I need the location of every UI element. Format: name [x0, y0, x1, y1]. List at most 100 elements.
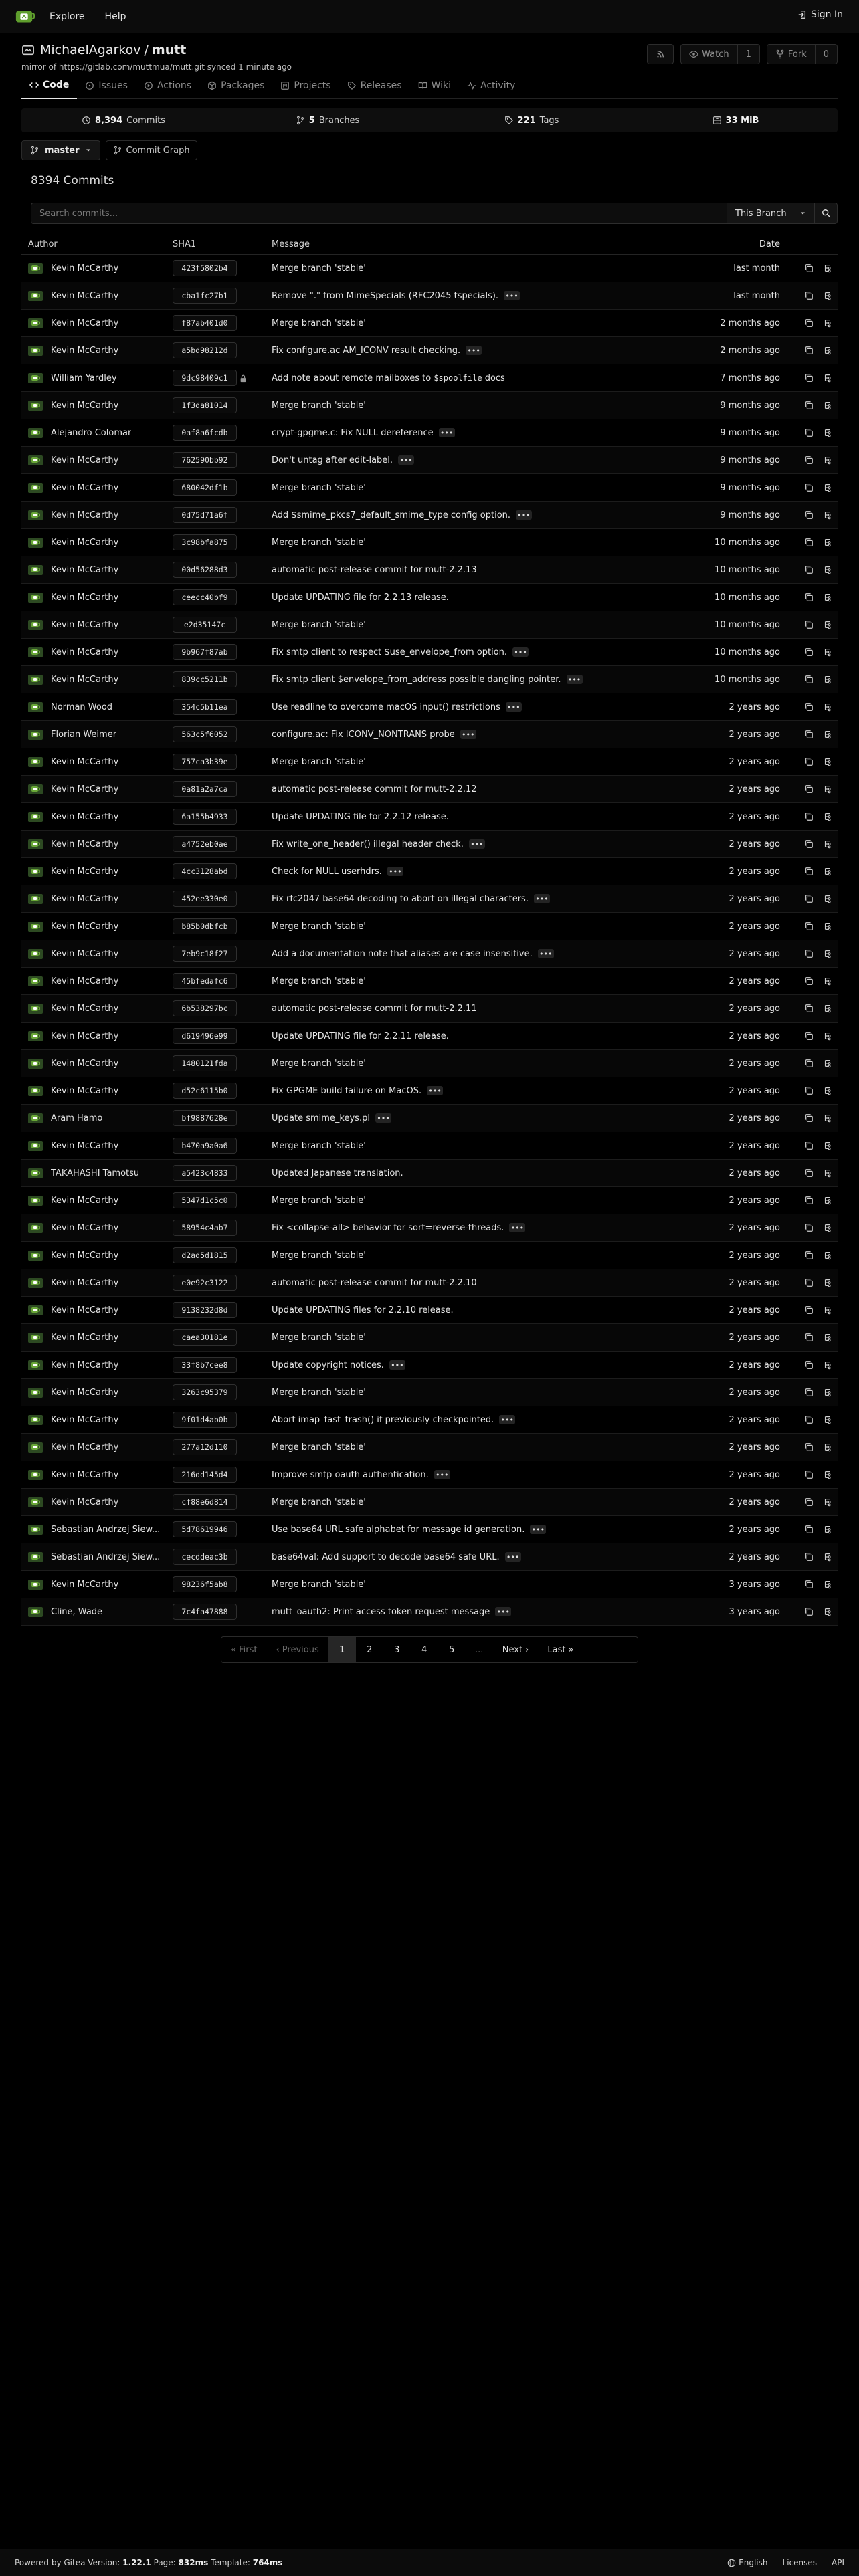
copy-sha-icon[interactable]: [804, 1607, 814, 1616]
expand-message-button[interactable]: •••: [375, 1113, 391, 1123]
commit-message-link[interactable]: Update UPDATING file for 2.2.13 release.: [272, 593, 449, 603]
copy-sha-icon[interactable]: [804, 401, 814, 410]
author-name-link[interactable]: Kevin McCarthy: [51, 620, 118, 630]
copy-sha-icon[interactable]: [804, 291, 814, 300]
commit-sha-link[interactable]: 354c5b11ea: [173, 699, 237, 715]
avatar[interactable]: [28, 811, 43, 822]
avatar[interactable]: [28, 839, 43, 849]
author-name-link[interactable]: Kevin McCarthy: [51, 1031, 118, 1041]
commit-message-link[interactable]: Fix write_one_header() illegal header ch…: [272, 839, 464, 849]
commit-message-link[interactable]: Update smime_keys.pl: [272, 1113, 370, 1123]
avatar[interactable]: [28, 647, 43, 657]
expand-message-button[interactable]: •••: [389, 1360, 405, 1370]
commit-message-link[interactable]: automatic post-release commit for mutt-2…: [272, 565, 477, 575]
browse-files-icon[interactable]: [823, 1333, 832, 1342]
commit-sha-link[interactable]: 9f01d4ab0b: [173, 1412, 237, 1428]
browse-files-icon[interactable]: [823, 976, 832, 986]
browse-files-icon[interactable]: [823, 1141, 832, 1150]
api-link[interactable]: API: [832, 2558, 844, 2567]
commit-message-link[interactable]: Use base64 URL safe alphabet for message…: [272, 1525, 524, 1535]
browse-files-icon[interactable]: [823, 1415, 832, 1424]
tab-projects[interactable]: Projects: [272, 73, 339, 99]
copy-sha-icon[interactable]: [804, 784, 814, 794]
avatar[interactable]: [28, 976, 43, 986]
author-name-link[interactable]: Kevin McCarthy: [51, 1415, 118, 1425]
commit-sha-link[interactable]: 5347d1c5c0: [173, 1192, 237, 1208]
nav-explore[interactable]: Explore: [50, 11, 85, 22]
author-name-link[interactable]: Kevin McCarthy: [51, 1333, 118, 1343]
commit-sha-link[interactable]: caea30181e: [173, 1329, 237, 1346]
copy-sha-icon[interactable]: [804, 1086, 814, 1095]
author-name-link[interactable]: Kevin McCarthy: [51, 812, 118, 822]
avatar[interactable]: [28, 537, 43, 548]
commit-message-link[interactable]: Fix <collapse-all> behavior for sort=rev…: [272, 1223, 504, 1233]
commit-sha-link[interactable]: 563c5f6052: [173, 726, 237, 742]
commit-sha-link[interactable]: 00d56288d3: [173, 562, 237, 578]
commit-sha-link[interactable]: a4752eb0ae: [173, 836, 237, 852]
copy-sha-icon[interactable]: [804, 1497, 814, 1507]
browse-files-icon[interactable]: [823, 757, 832, 766]
page-next[interactable]: Next ›: [493, 1637, 539, 1662]
commit-sha-link[interactable]: 216dd145d4: [173, 1467, 237, 1483]
copy-sha-icon[interactable]: [804, 1442, 814, 1452]
commit-sha-link[interactable]: d52c6115b0: [173, 1083, 237, 1099]
commit-message-link[interactable]: automatic post-release commit for mutt-2…: [272, 1278, 477, 1288]
author-name-link[interactable]: Kevin McCarthy: [51, 1470, 118, 1480]
commit-sha-link[interactable]: 45bfedafc6: [173, 973, 237, 989]
copy-sha-icon[interactable]: [804, 757, 814, 766]
author-name-link[interactable]: Kevin McCarthy: [51, 976, 118, 986]
author-name-link[interactable]: Kevin McCarthy: [51, 1004, 118, 1014]
browse-files-icon[interactable]: [823, 1059, 832, 1068]
copy-sha-icon[interactable]: [804, 1004, 814, 1013]
commit-message-link[interactable]: Remove "." from MimeSpecials (RFC2045 ts…: [272, 291, 498, 301]
browse-files-icon[interactable]: [823, 1580, 832, 1589]
avatar[interactable]: [28, 290, 43, 301]
tab-actions[interactable]: Actions: [136, 73, 199, 99]
commit-sha-link[interactable]: cecddeac3b: [173, 1549, 237, 1565]
expand-message-button[interactable]: •••: [533, 894, 550, 903]
commit-message-link[interactable]: Merge branch 'stable': [272, 1442, 366, 1453]
author-name-link[interactable]: Kevin McCarthy: [51, 565, 118, 575]
avatar[interactable]: [28, 729, 43, 740]
author-name-link[interactable]: Kevin McCarthy: [51, 894, 118, 904]
copy-sha-icon[interactable]: [804, 1278, 814, 1287]
avatar[interactable]: [28, 1579, 43, 1590]
commit-message-link[interactable]: Improve smtp oauth authentication.: [272, 1470, 429, 1480]
commit-sha-link[interactable]: a5423c4833: [173, 1165, 237, 1181]
watch-count[interactable]: 1: [737, 45, 759, 64]
commit-message-link[interactable]: Update UPDATING file for 2.2.12 release.: [272, 812, 449, 822]
copy-sha-icon[interactable]: [804, 1360, 814, 1370]
copy-sha-icon[interactable]: [804, 1305, 814, 1315]
tab-issues[interactable]: Issues: [77, 73, 136, 99]
commit-sha-link[interactable]: 0af8a6fcdb: [173, 425, 237, 441]
browse-files-icon[interactable]: [823, 291, 832, 300]
page-2[interactable]: 2: [356, 1637, 383, 1662]
commit-sha-link[interactable]: 33f8b7cee8: [173, 1357, 237, 1373]
copy-sha-icon[interactable]: [804, 1525, 814, 1534]
copy-sha-icon[interactable]: [804, 1113, 814, 1123]
commit-sha-link[interactable]: b85b0dbfcb: [173, 918, 237, 934]
browse-files-icon[interactable]: [823, 647, 832, 657]
browse-files-icon[interactable]: [823, 894, 832, 903]
browse-files-icon[interactable]: [823, 263, 832, 273]
page-1[interactable]: 1: [328, 1637, 356, 1662]
copy-sha-icon[interactable]: [804, 538, 814, 547]
copy-sha-icon[interactable]: [804, 730, 814, 739]
tab-activity[interactable]: Activity: [459, 73, 523, 99]
author-name-link[interactable]: Kevin McCarthy: [51, 510, 118, 520]
copy-sha-icon[interactable]: [804, 1168, 814, 1178]
avatar[interactable]: [28, 784, 43, 794]
copy-sha-icon[interactable]: [804, 1251, 814, 1260]
commit-message-link[interactable]: Merge branch 'stable': [272, 757, 366, 767]
commit-sha-link[interactable]: 3263c95379: [173, 1384, 237, 1400]
browse-files-icon[interactable]: [823, 483, 832, 492]
avatar[interactable]: [28, 1360, 43, 1370]
copy-sha-icon[interactable]: [804, 702, 814, 712]
author-name-link[interactable]: Kevin McCarthy: [51, 263, 118, 274]
commit-sha-link[interactable]: d2ad5d1815: [173, 1247, 237, 1263]
copy-sha-icon[interactable]: [804, 428, 814, 437]
avatar[interactable]: [28, 1003, 43, 1014]
copy-sha-icon[interactable]: [804, 867, 814, 876]
commit-sha-link[interactable]: ceecc40bf9: [173, 589, 237, 605]
copy-sha-icon[interactable]: [804, 1388, 814, 1397]
